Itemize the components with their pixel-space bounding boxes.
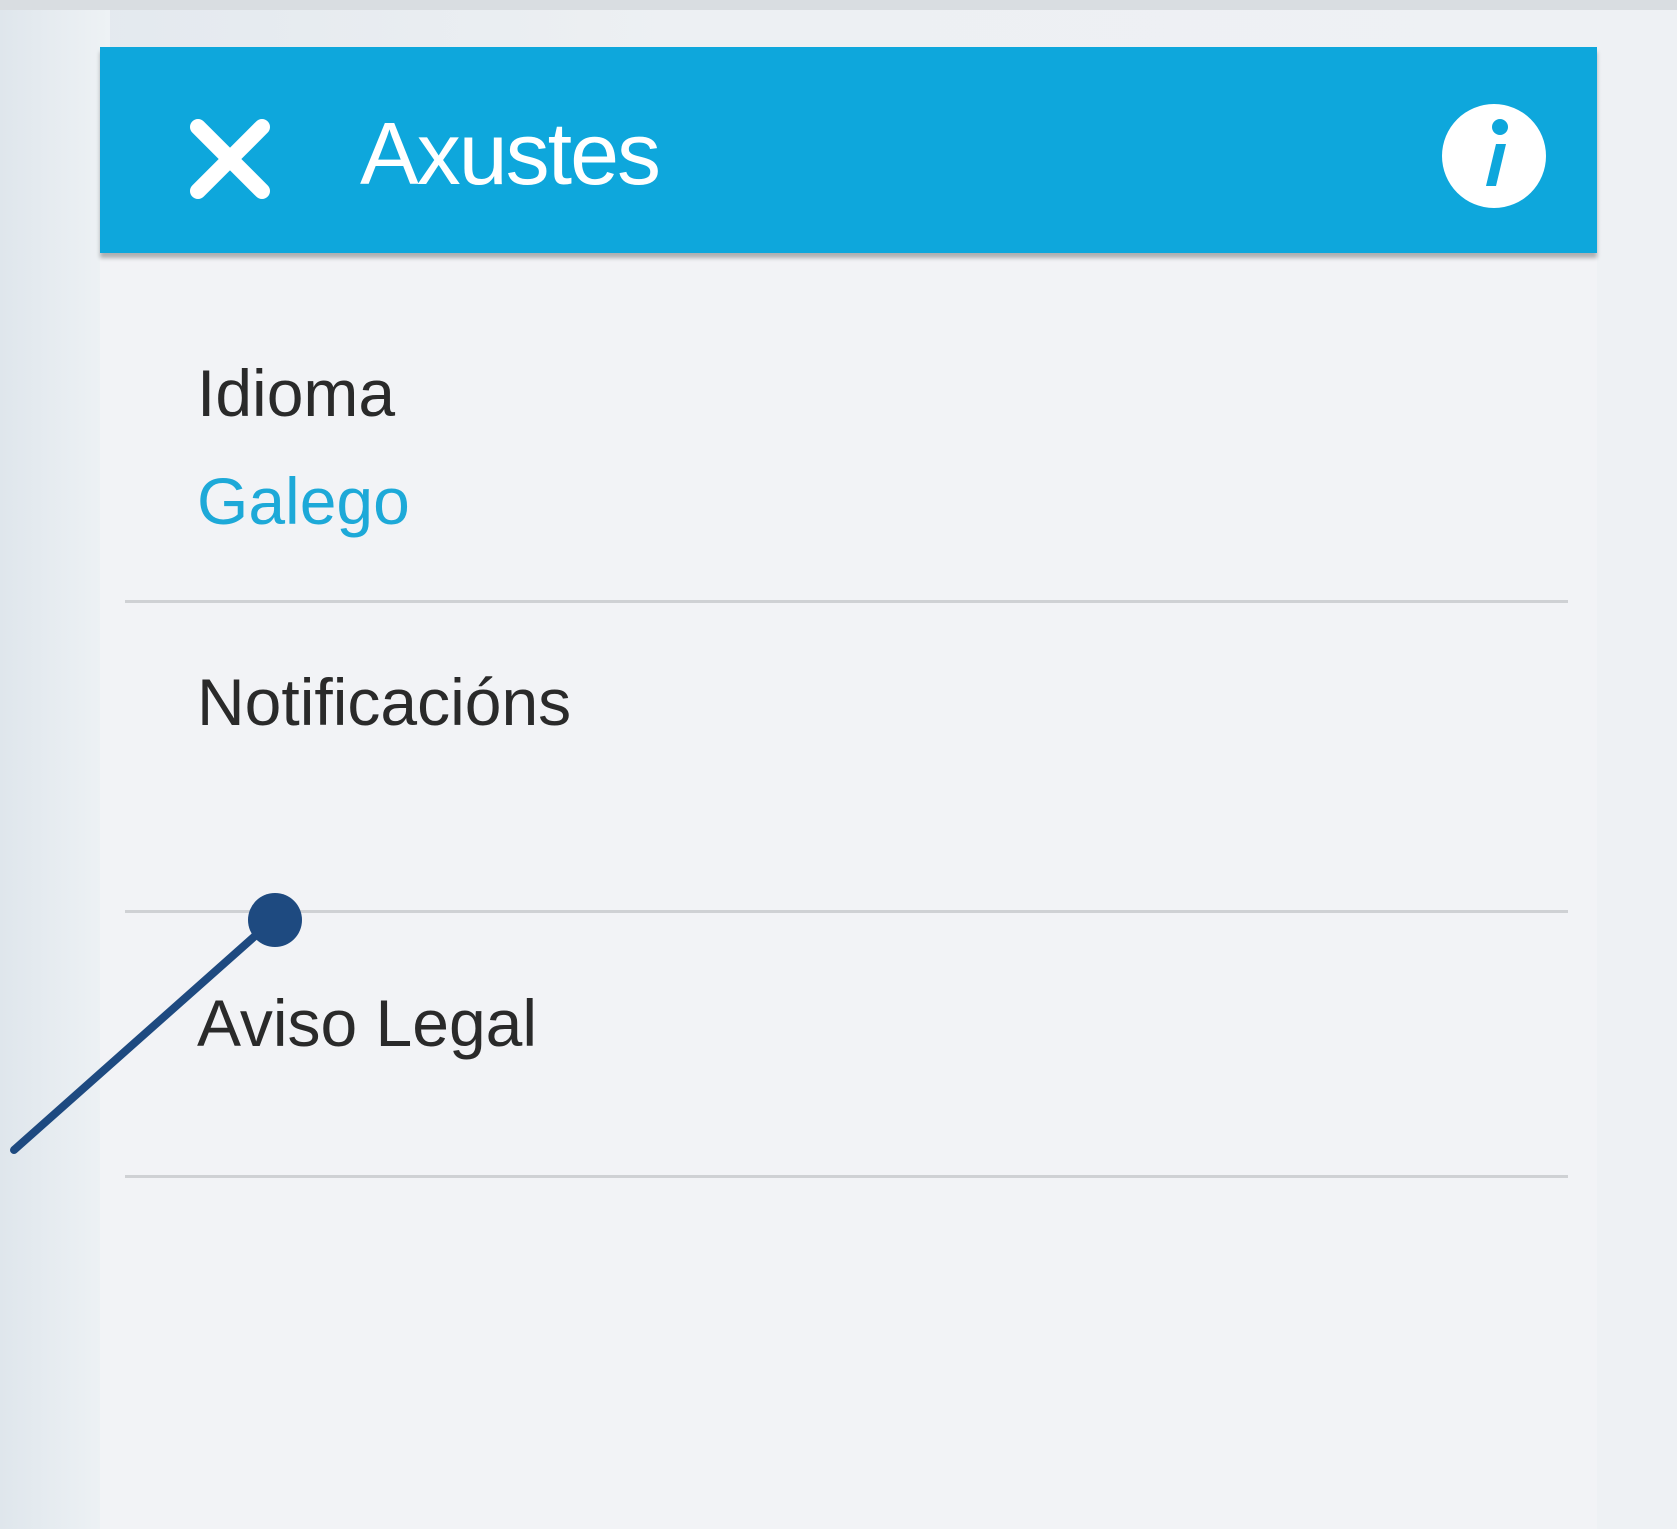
language-setting-row[interactable]: Idioma Galego bbox=[100, 347, 1597, 577]
background-glow bbox=[0, 0, 110, 1529]
legal-notice-row[interactable]: Aviso Legal bbox=[100, 957, 1597, 1137]
notifications-setting-row[interactable]: Notificacións bbox=[100, 647, 1597, 897]
divider bbox=[125, 1175, 1568, 1178]
legal-notice-label: Aviso Legal bbox=[197, 986, 538, 1060]
notifications-label: Notificacións bbox=[197, 665, 572, 739]
info-icon bbox=[1442, 104, 1546, 208]
screenshot-page: Axustes Idioma Galego Notificacións Avis… bbox=[0, 0, 1677, 1529]
page-title: Axustes bbox=[360, 104, 661, 203]
language-label: Idioma bbox=[197, 356, 396, 430]
divider bbox=[125, 600, 1568, 603]
info-button[interactable] bbox=[1438, 100, 1550, 212]
close-button[interactable] bbox=[182, 111, 278, 207]
divider bbox=[125, 910, 1568, 913]
app-header: Axustes bbox=[100, 47, 1597, 253]
top-edge-strip bbox=[0, 0, 1677, 10]
close-icon bbox=[190, 119, 270, 199]
language-value: Galego bbox=[197, 464, 410, 538]
settings-screen: Axustes Idioma Galego Notificacións Avis… bbox=[100, 47, 1597, 1529]
